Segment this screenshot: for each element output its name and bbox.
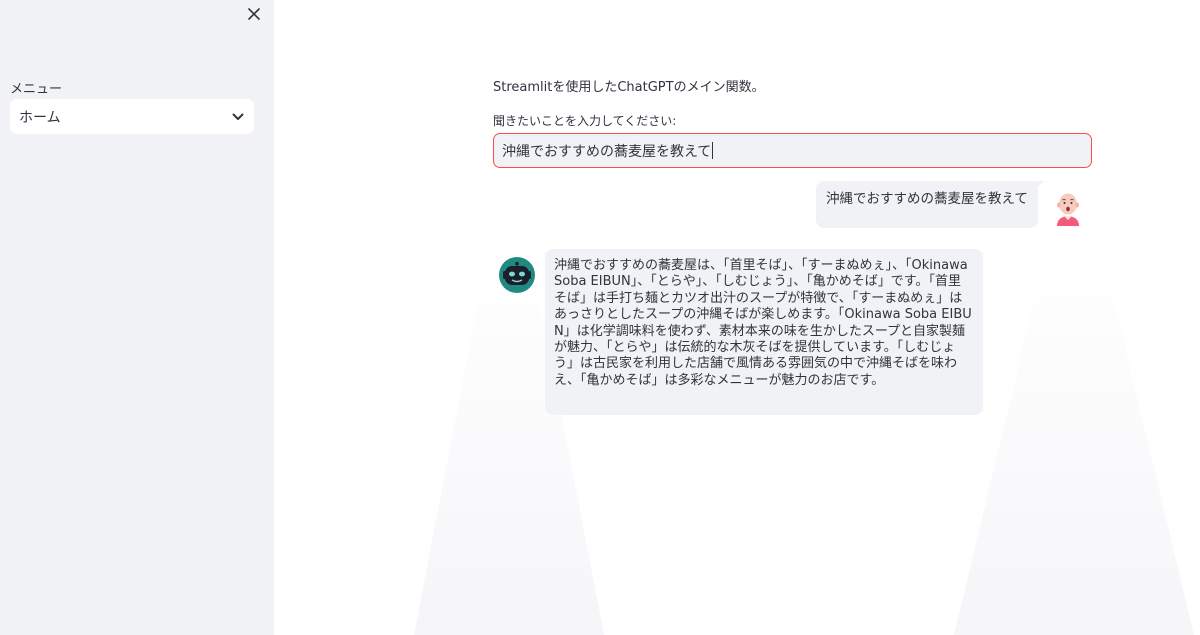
menu-label: メニュー [10, 82, 63, 97]
close-icon [248, 8, 260, 20]
app-root: メニュー ホーム Streamlitを使用したChatGPTのメイン関数。 聞き… [0, 0, 1200, 635]
text-caret [712, 142, 714, 159]
user-message-text: 沖縄でおすすめの蕎麦屋を教えて [826, 191, 1028, 207]
user-message-bubble: 沖縄でおすすめの蕎麦屋を教えて [816, 181, 1044, 228]
bot-avatar-icon [499, 257, 535, 293]
question-input-label: 聞きたいことを入力してください: [493, 114, 677, 128]
question-input[interactable]: 沖縄でおすすめの蕎麦屋を教えて [493, 133, 1092, 168]
assistant-message-text: 沖縄でおすすめの蕎麦屋は、「首里そば」、「すーまぬめぇ」、「Okinawa So… [554, 258, 972, 388]
close-sidebar-button[interactable] [244, 4, 264, 24]
assistant-message-bubble: 沖縄でおすすめの蕎麦屋は、「首里そば」、「すーまぬめぇ」、「Okinawa So… [545, 249, 983, 415]
question-input-value: 沖縄でおすすめの蕎麦屋を教えて [502, 143, 712, 160]
menu-select-value: ホーム [19, 109, 61, 126]
user-avatar-icon [1057, 193, 1079, 226]
menu-select[interactable]: ホーム [10, 99, 254, 134]
chevron-down-icon [232, 113, 244, 120]
sidebar: メニュー ホーム [0, 0, 274, 635]
main-content: Streamlitを使用したChatGPTのメイン関数。 聞きたいことを入力して… [274, 0, 1200, 635]
page-description: Streamlitを使用したChatGPTのメイン関数。 [493, 80, 765, 95]
background-light-beam [954, 235, 1194, 635]
